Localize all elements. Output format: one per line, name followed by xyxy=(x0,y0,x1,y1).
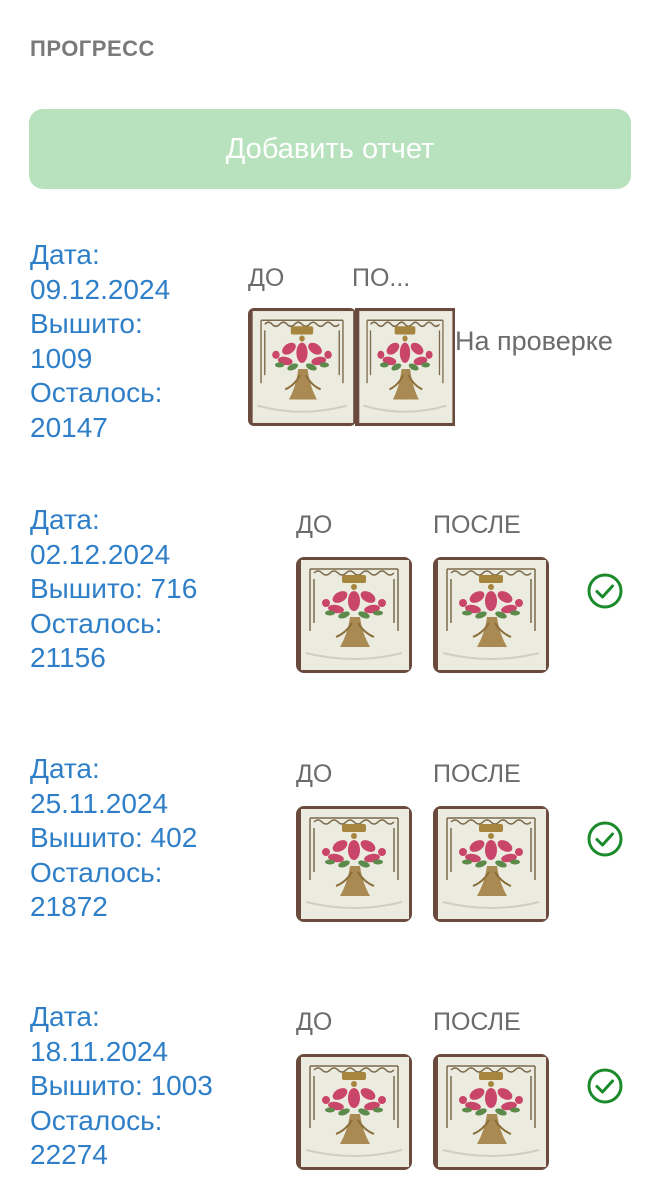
before-caption: ДО xyxy=(248,264,285,292)
report-info: Дата: 25.11.2024 Вышито: 402 Осталось: 2… xyxy=(30,752,197,925)
after-photo[interactable] xyxy=(355,308,455,426)
before-caption: ДО xyxy=(296,511,333,539)
check-circle-icon xyxy=(587,1068,623,1104)
date-label: Дата: xyxy=(30,753,100,784)
before-caption: ДО xyxy=(296,1008,333,1036)
status-pending-text: На проверке xyxy=(455,326,613,356)
report-info: Дата: 02.12.2024 Вышито: 716 Осталось: 2… xyxy=(30,503,197,676)
date-value: 02.12.2024 xyxy=(30,538,171,570)
check-circle-icon xyxy=(587,821,623,857)
after-caption: ПОСЛЕ xyxy=(433,1008,521,1036)
remaining-label: Осталось: xyxy=(30,1104,163,1136)
remaining-label: Осталось: xyxy=(30,856,163,888)
after-caption: ПО... xyxy=(352,264,411,292)
before-caption: ДО xyxy=(296,760,333,788)
remaining-value: 21156 xyxy=(30,642,106,673)
stitched-text: Вышито: 402 xyxy=(30,822,198,853)
remaining-value: 21872 xyxy=(30,891,108,922)
before-photo[interactable] xyxy=(296,557,412,673)
date-value: 18.11.2024 xyxy=(30,1035,169,1067)
stitched-label: Вышито: xyxy=(30,308,143,339)
before-photo[interactable] xyxy=(296,1054,412,1170)
report-info: Дата: 18.11.2024 Вышито: 1003 Осталось: … xyxy=(30,1000,213,1173)
date-label: Дата: xyxy=(30,1001,100,1032)
before-photo[interactable] xyxy=(248,308,356,426)
stitched-text: Вышито: 1003 xyxy=(30,1070,213,1101)
after-photo[interactable] xyxy=(433,557,549,673)
after-photo[interactable] xyxy=(433,806,549,922)
remaining-label: Осталось: xyxy=(30,607,163,639)
after-photo[interactable] xyxy=(433,1054,549,1170)
after-caption: ПОСЛЕ xyxy=(433,511,521,539)
report-info: Дата: 09.12.2024 Вышито: 1009 Осталось: … xyxy=(30,238,170,445)
check-circle-icon xyxy=(587,573,623,609)
remaining-value: 20147 xyxy=(30,411,108,443)
remaining-value: 22274 xyxy=(30,1139,108,1170)
section-title: ПРОГРЕСС xyxy=(30,36,155,61)
date-value: 25.11.2024 xyxy=(30,787,169,819)
add-report-button[interactable]: Добавить отчет xyxy=(29,109,631,189)
stitched-text: Вышито: 716 xyxy=(30,573,198,604)
remaining-label: Осталось: xyxy=(30,377,163,408)
after-caption: ПОСЛЕ xyxy=(433,760,521,788)
before-photo[interactable] xyxy=(296,806,412,922)
date-label: Дата: xyxy=(30,504,100,535)
stitched-value: 1009 xyxy=(30,342,93,374)
date-value: 09.12.2024 xyxy=(30,273,171,305)
date-label: Дата: xyxy=(30,239,100,270)
